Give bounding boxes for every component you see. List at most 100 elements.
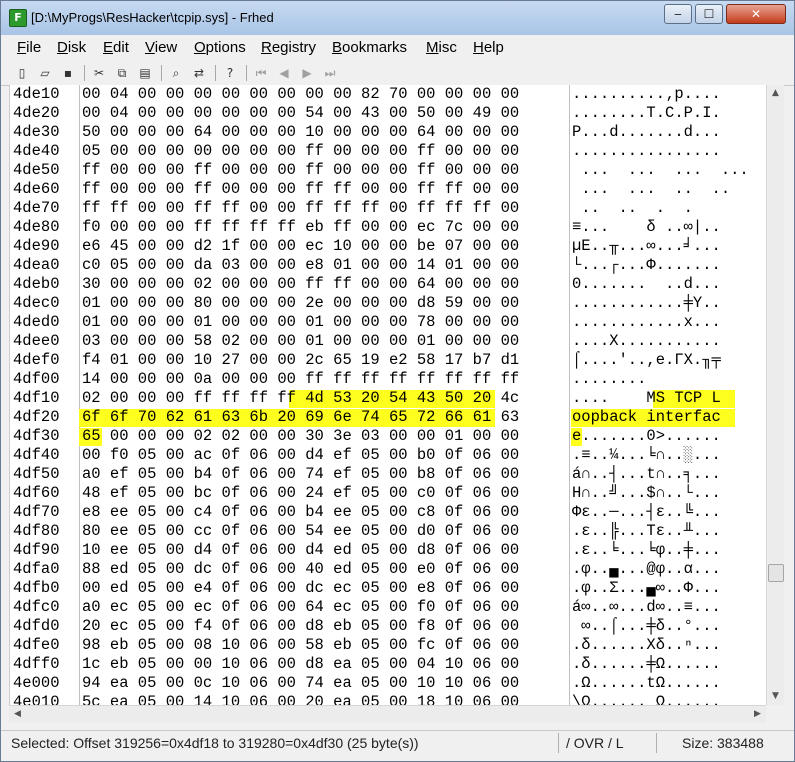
ascii-text[interactable]: .ε..╘...╘φ..╪... bbox=[572, 541, 721, 560]
hex-bytes[interactable]: 02 00 00 00 ff ff ff ff 4d 53 20 54 43 5… bbox=[82, 389, 519, 408]
paste-icon[interactable]: ▤ bbox=[136, 64, 154, 82]
ascii-text[interactable]: ............╪Y.. bbox=[572, 294, 721, 313]
hex-row[interactable]: 4dea0 c0 05 00 00 da 03 00 00 e8 01 00 00… bbox=[10, 256, 767, 275]
ascii-text[interactable]: ⌠....'..,e.ΓX.╖╤ bbox=[572, 351, 721, 370]
find-icon[interactable]: ⌕ bbox=[167, 64, 185, 82]
horizontal-scrollbar[interactable]: ◀ ▶ bbox=[9, 705, 766, 723]
replace-icon[interactable]: ⇄ bbox=[190, 64, 208, 82]
hex-row[interactable]: 4deb0 30 00 00 00 02 00 00 00 ff ff 00 00… bbox=[10, 275, 767, 294]
help-icon[interactable]: ? bbox=[221, 64, 239, 82]
hex-row[interactable]: 4df60 48 ef 05 00 bc 0f 06 00 24 ef 05 00… bbox=[10, 484, 767, 503]
ascii-text[interactable]: ∞..⌠...╪δ..°... bbox=[572, 617, 721, 636]
hex-row[interactable]: 4df00 14 00 00 00 0a 00 00 00 ff ff ff ff… bbox=[10, 370, 767, 389]
ascii-text[interactable]: ..........‚p.... bbox=[572, 85, 721, 104]
ascii-text[interactable]: ≡... δ ..∞|.. bbox=[572, 218, 721, 237]
ascii-text[interactable]: .≡..¼...╘∩..░... bbox=[572, 446, 721, 465]
hex-row[interactable]: 4de70 ff ff 00 00 ff ff 00 00 ff ff ff 00… bbox=[10, 199, 767, 218]
hex-bytes[interactable]: e8 ee 05 00 c4 0f 06 00 b4 ee 05 00 c8 0… bbox=[82, 503, 519, 522]
hex-bytes[interactable]: 14 00 00 00 0a 00 00 00 ff ff ff ff ff f… bbox=[82, 370, 519, 389]
frhed-app-icon[interactable]: F bbox=[9, 9, 27, 27]
hex-row[interactable]: 4dfb0 00 ed 05 00 e4 0f 06 00 dc ec 05 00… bbox=[10, 579, 767, 598]
hex-bytes[interactable]: 00 04 00 00 00 00 00 00 00 00 82 70 00 0… bbox=[82, 85, 519, 104]
new-icon[interactable]: ▯ bbox=[13, 64, 31, 82]
hex-bytes[interactable]: 5c ea 05 00 14 10 06 00 20 ea 05 00 18 1… bbox=[82, 693, 519, 705]
hex-bytes[interactable]: 80 ee 05 00 cc 0f 06 00 54 ee 05 00 d0 0… bbox=[82, 522, 519, 541]
first-bookmark-icon[interactable]: ⏮ bbox=[252, 64, 270, 82]
hex-bytes[interactable]: 94 ea 05 00 0c 10 06 00 74 ea 05 00 10 1… bbox=[82, 674, 519, 693]
hex-bytes[interactable]: 20 ec 05 00 f4 0f 06 00 d8 eb 05 00 f8 0… bbox=[82, 617, 519, 636]
hex-bytes[interactable]: ff 00 00 00 ff 00 00 00 ff ff 00 00 ff f… bbox=[82, 180, 519, 199]
hex-row[interactable]: 4de90 e6 45 00 00 d2 1f 00 00 ec 10 00 00… bbox=[10, 237, 767, 256]
hex-row[interactable]: 4de10 00 04 00 00 00 00 00 00 00 00 82 70… bbox=[10, 85, 767, 104]
vertical-scrollbar[interactable]: ▲ ▼ bbox=[766, 85, 784, 705]
hex-row[interactable]: 4e010 5c ea 05 00 14 10 06 00 20 ea 05 00… bbox=[10, 693, 767, 705]
hex-row[interactable]: 4df80 80 ee 05 00 cc 0f 06 00 54 ee 05 00… bbox=[10, 522, 767, 541]
scroll-up-button[interactable]: ▲ bbox=[767, 85, 784, 102]
ascii-text[interactable]: á∞..∞...d∞..≡... bbox=[572, 598, 721, 617]
hex-bytes[interactable]: 6f 6f 70 62 61 63 6b 20 69 6e 74 65 72 6… bbox=[82, 408, 519, 427]
hex-bytes[interactable]: c0 05 00 00 da 03 00 00 e8 01 00 00 14 0… bbox=[82, 256, 519, 275]
ascii-text[interactable]: └...┌...Φ....... bbox=[572, 256, 721, 275]
hex-bytes[interactable]: 50 00 00 00 64 00 00 00 10 00 00 00 64 0… bbox=[82, 123, 519, 142]
hex-row[interactable]: 4dee0 03 00 00 00 58 02 00 00 01 00 00 00… bbox=[10, 332, 767, 351]
hex-row[interactable]: 4de60 ff 00 00 00 ff 00 00 00 ff ff 00 00… bbox=[10, 180, 767, 199]
hex-row[interactable]: 4df10 02 00 00 00 ff ff ff ff 4d 53 20 54… bbox=[10, 389, 767, 408]
hex-bytes[interactable]: 88 ed 05 00 dc 0f 06 00 40 ed 05 00 e0 0… bbox=[82, 560, 519, 579]
ascii-text[interactable]: ........ bbox=[572, 370, 646, 389]
hex-row[interactable]: 4de40 05 00 00 00 00 00 00 00 ff 00 00 00… bbox=[10, 142, 767, 161]
scroll-left-button[interactable]: ◀ bbox=[9, 706, 26, 723]
ascii-text[interactable]: .φ..Σ...▄∞..Φ... bbox=[572, 579, 721, 598]
menu-view[interactable]: View bbox=[145, 39, 177, 56]
ascii-text[interactable]: e.......0>...... bbox=[572, 427, 721, 446]
ascii-text[interactable]: \Ω...... Ω...... bbox=[572, 693, 721, 705]
hex-bytes[interactable]: 65 00 00 00 02 02 00 00 30 3e 03 00 00 0… bbox=[82, 427, 519, 446]
ascii-text[interactable]: .Ω......tΩ...... bbox=[572, 674, 721, 693]
open-icon[interactable]: ▱ bbox=[36, 64, 54, 82]
last-bookmark-icon[interactable]: ⏭ bbox=[321, 64, 339, 82]
hex-bytes[interactable]: 01 00 00 00 01 00 00 00 01 00 00 00 78 0… bbox=[82, 313, 519, 332]
menu-registry[interactable]: Registry bbox=[261, 39, 316, 56]
menu-disk[interactable]: Disk bbox=[57, 39, 86, 56]
ascii-text[interactable]: .... MS TCP L bbox=[572, 389, 721, 408]
hex-bytes[interactable]: f4 01 00 00 10 27 00 00 2c 65 19 e2 58 1… bbox=[82, 351, 519, 370]
copy-icon[interactable]: ⧉ bbox=[113, 64, 131, 82]
ascii-text[interactable]: ........T.C.P.I. bbox=[572, 104, 721, 123]
ascii-text[interactable]: ................ bbox=[572, 142, 721, 161]
hex-bytes[interactable]: 01 00 00 00 80 00 00 00 2e 00 00 00 d8 5… bbox=[82, 294, 519, 313]
hex-row[interactable]: 4df70 e8 ee 05 00 c4 0f 06 00 b4 ee 05 00… bbox=[10, 503, 767, 522]
hex-bytes[interactable]: a0 ec 05 00 ec 0f 06 00 64 ec 05 00 f0 0… bbox=[82, 598, 519, 617]
hex-bytes[interactable]: 00 f0 05 00 ac 0f 06 00 d4 ef 05 00 b0 0… bbox=[82, 446, 519, 465]
ascii-text[interactable]: .φ..▄...@φ..α... bbox=[572, 560, 721, 579]
hex-row[interactable]: 4ded0 01 00 00 00 01 00 00 00 01 00 00 00… bbox=[10, 313, 767, 332]
menu-file[interactable]: File bbox=[17, 39, 41, 56]
hex-row[interactable]: 4dec0 01 00 00 00 80 00 00 00 2e 00 00 00… bbox=[10, 294, 767, 313]
ascii-text[interactable]: .ε..╠...Tε..╨... bbox=[572, 522, 721, 541]
menu-options[interactable]: Options bbox=[194, 39, 246, 56]
hex-row[interactable]: 4e000 94 ea 05 00 0c 10 06 00 74 ea 05 00… bbox=[10, 674, 767, 693]
ascii-text[interactable]: Φε..─...┤ε..╚... bbox=[572, 503, 721, 522]
menu-edit[interactable]: Edit bbox=[103, 39, 129, 56]
hex-row[interactable]: 4de20 00 04 00 00 00 00 00 00 54 00 43 00… bbox=[10, 104, 767, 123]
hex-bytes[interactable]: 00 04 00 00 00 00 00 00 54 00 43 00 50 0… bbox=[82, 104, 519, 123]
hex-row[interactable]: 4df30 65 00 00 00 02 02 00 00 30 3e 03 00… bbox=[10, 427, 767, 446]
ascii-text[interactable]: ............x... bbox=[572, 313, 721, 332]
hex-bytes[interactable]: f0 00 00 00 ff ff ff ff eb ff 00 00 ec 7… bbox=[82, 218, 519, 237]
hex-row[interactable]: 4dff0 1c eb 05 00 00 10 06 00 d8 ea 05 00… bbox=[10, 655, 767, 674]
ascii-text[interactable]: ....X........... bbox=[572, 332, 721, 351]
vertical-scroll-thumb[interactable] bbox=[768, 564, 784, 582]
hex-row[interactable]: 4def0 f4 01 00 00 10 27 00 00 2c 65 19 e2… bbox=[10, 351, 767, 370]
ascii-text[interactable]: H∩..╝...$∩..└... bbox=[572, 484, 721, 503]
ascii-text[interactable]: .δ......╪Ω...... bbox=[572, 655, 721, 674]
hex-row[interactable]: 4df40 00 f0 05 00 ac 0f 06 00 d4 ef 05 00… bbox=[10, 446, 767, 465]
next-bookmark-icon[interactable]: ▶ bbox=[298, 64, 316, 82]
hex-bytes[interactable]: 30 00 00 00 02 00 00 00 ff ff 00 00 64 0… bbox=[82, 275, 519, 294]
prev-bookmark-icon[interactable]: ◀ bbox=[275, 64, 293, 82]
menu-bookmarks[interactable]: Bookmarks bbox=[332, 39, 407, 56]
hex-editor-view[interactable]: 4de10 00 04 00 00 00 00 00 00 00 00 82 70… bbox=[9, 85, 767, 705]
close-button[interactable]: ✕ bbox=[726, 4, 786, 24]
hex-bytes[interactable]: ff ff 00 00 ff ff 00 00 ff ff ff 00 ff f… bbox=[82, 199, 519, 218]
hex-bytes[interactable]: 03 00 00 00 58 02 00 00 01 00 00 00 01 0… bbox=[82, 332, 519, 351]
ascii-text[interactable]: á∩..┤...t∩..╕... bbox=[572, 465, 721, 484]
ascii-text[interactable]: µE..╥...∞...╛... bbox=[572, 237, 721, 256]
ascii-text[interactable]: 0....... ..d... bbox=[572, 275, 721, 294]
